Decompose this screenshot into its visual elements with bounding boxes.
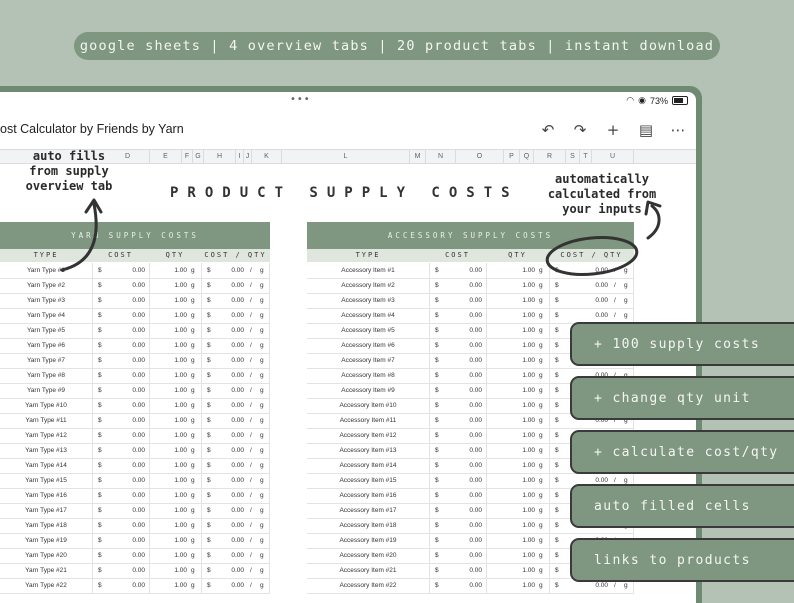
feature-pill-3: + calculate cost/qty xyxy=(570,430,794,474)
feature-pill-1: + 100 supply costs xyxy=(570,322,794,366)
feature-pill-2: + change qty unit xyxy=(570,376,794,420)
cost-qty-circle xyxy=(545,235,639,277)
feature-pill-4: auto filled cells xyxy=(570,484,794,528)
feature-pill-5: links to products xyxy=(570,538,794,582)
left-arrow xyxy=(60,202,98,272)
right-arrow xyxy=(646,204,661,240)
